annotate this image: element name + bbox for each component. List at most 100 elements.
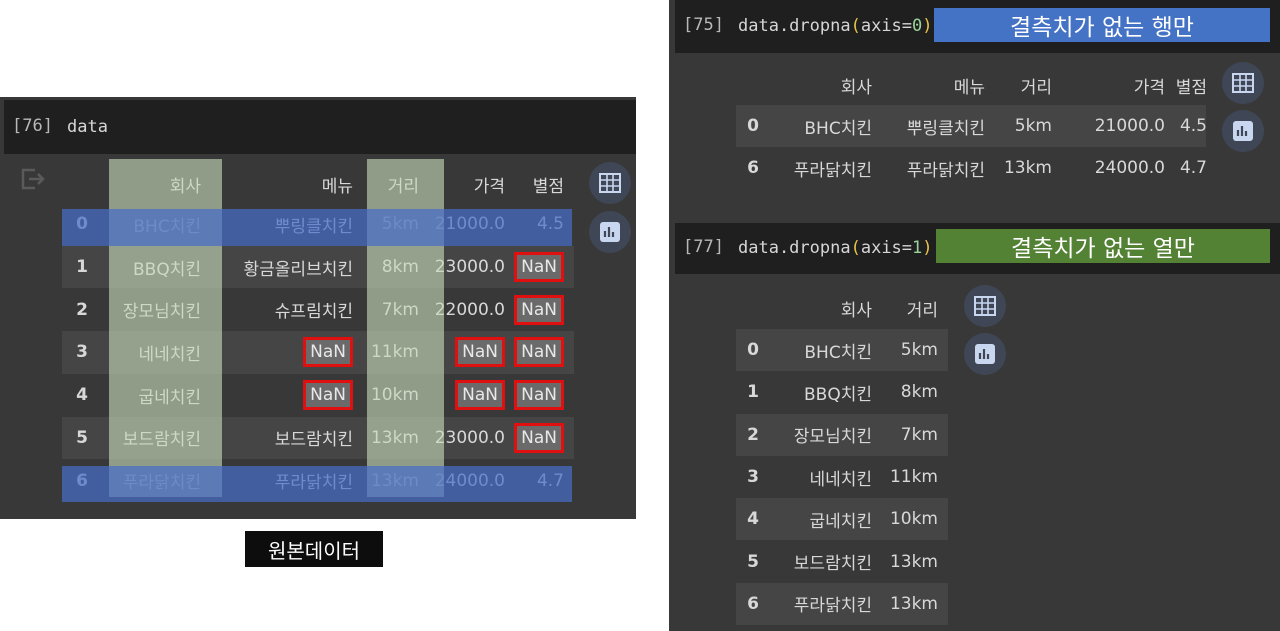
column-header-company: 회사: [840, 77, 872, 98]
table-row[interactable]: 6 푸라닭치킨 13km: [736, 582, 948, 626]
cell-company: 굽네치킨: [809, 511, 872, 532]
cell-rating: NaN: [514, 417, 564, 460]
cell-menu: 5km: [900, 340, 938, 361]
cell-menu: 7km: [900, 424, 938, 445]
cell-rating: NaN: [514, 331, 564, 374]
row-highlight-0: [62, 209, 572, 246]
nan-value: NaN: [514, 294, 564, 325]
cell-execution-count: [77]: [683, 237, 724, 257]
cell-price: 23000.0: [434, 257, 505, 278]
bar-chart-icon[interactable]: [964, 333, 1006, 375]
cell-price: 21000.0: [1094, 116, 1165, 136]
table-row[interactable]: 4 굽네치킨 10km: [736, 498, 948, 541]
column-header-rating: 별점: [1175, 77, 1207, 98]
row-index: 6: [747, 158, 759, 178]
cell-company: BHC치킨: [804, 118, 872, 139]
table-row[interactable]: 0 BHC치킨 뿌링클치킨 5km 21000.0 4.5: [736, 105, 1207, 147]
cell-rating: 4.7: [1179, 158, 1207, 178]
cell-rating: NaN: [514, 288, 564, 331]
original-data-caption: 원본데이터: [245, 531, 383, 567]
drop-rows-label: 결측치가 없는 행만: [934, 8, 1270, 42]
table-icon[interactable]: [964, 285, 1006, 327]
cell-menu: 슈프림치킨: [274, 302, 353, 323]
nan-value: NaN: [455, 380, 505, 411]
cell-rating: NaN: [514, 374, 564, 417]
row-highlight-6: [62, 466, 572, 502]
cell-menu: 보드람치킨: [274, 430, 353, 451]
cell-company: BBQ치킨: [804, 384, 872, 405]
row-index: 4: [747, 509, 759, 530]
cell-menu: NaN: [303, 374, 353, 417]
table-icon[interactable]: [1222, 62, 1264, 104]
column-header-price: 가격: [473, 176, 505, 197]
cell-menu: 뿌링클치킨: [906, 118, 985, 139]
nan-value: NaN: [514, 337, 564, 368]
result-panel: [75] data.dropna(axis=0) 결측치가 없는 행만 회사 메뉴…: [669, 0, 1280, 631]
nan-value: NaN: [303, 337, 353, 368]
row-index: 0: [747, 340, 759, 361]
row-index: 3: [76, 342, 88, 363]
row-index: 6: [747, 593, 759, 614]
table-row[interactable]: 2 장모님치킨 7km: [736, 413, 948, 456]
nan-value: NaN: [514, 252, 564, 283]
table-icon[interactable]: [589, 162, 631, 204]
column-header-rating: 별점: [532, 176, 564, 197]
cell-rating: NaN: [514, 246, 564, 289]
cell-price: 22000.0: [434, 299, 505, 320]
column-header-price: 가격: [1133, 77, 1165, 98]
nan-value: NaN: [455, 337, 505, 368]
nan-value: NaN: [514, 380, 564, 411]
cell-company: 보드람치킨: [793, 554, 872, 575]
row-index: 3: [747, 467, 759, 488]
nan-value: NaN: [303, 380, 353, 411]
column-header-menu: 메뉴: [321, 176, 353, 197]
cell-execution-count: [76]: [12, 116, 53, 136]
nan-value: NaN: [514, 422, 564, 453]
cell-menu: 11km: [889, 467, 938, 488]
row-index: 2: [747, 424, 759, 445]
table-row[interactable]: 0 BHC치킨 5km: [736, 329, 948, 372]
cell-company: 장모님치킨: [793, 427, 872, 448]
column-header-menu: 메뉴: [953, 77, 985, 98]
cell-execution-count: [75]: [683, 15, 724, 35]
cell-rating: 4.5: [1179, 116, 1207, 136]
table-header: 회사 거리: [736, 288, 948, 329]
row-index: 2: [76, 299, 88, 320]
bar-chart-icon[interactable]: [589, 211, 631, 253]
dropna-axis0-dataframe: 회사 메뉴 거리 가격 별점 0 BHC치킨 뿌링클치킨 5km 21000.0 4.5 6 푸라닭치킨…: [736, 65, 1207, 195]
cell-menu: 10km: [889, 509, 938, 530]
cell-distance: 13km: [1003, 158, 1052, 178]
cell-price: NaN: [455, 374, 505, 417]
cell-menu: 13km: [889, 551, 938, 572]
row-index: 4: [76, 385, 88, 406]
bar-chart-icon[interactable]: [1222, 110, 1264, 152]
cell-code[interactable]: data: [67, 117, 108, 137]
row-index: 1: [76, 257, 88, 278]
column-header-distance: 거리: [1020, 77, 1052, 98]
column-header-company: 회사: [840, 301, 872, 321]
cell-price: 24000.0: [1094, 158, 1165, 178]
row-index: 1: [747, 382, 759, 403]
cell-menu: 8km: [900, 382, 938, 403]
table-row[interactable]: 5 보드람치킨 13km: [736, 541, 948, 583]
dropna-axis1-dataframe: 회사 거리 0 BHC치킨 5km 1 BBQ치킨 8km 2 장모님치킨 7km 3 네네치킨 11km…: [736, 288, 948, 628]
cell-company: 푸라닭치킨: [793, 160, 872, 181]
output-collapse-icon[interactable]: [18, 165, 46, 193]
table-row[interactable]: 1 BBQ치킨 8km: [736, 371, 948, 413]
cell-code[interactable]: data.dropna(axis=1): [738, 238, 933, 258]
cell-menu: 황금올리브치킨: [243, 259, 353, 280]
table-header: 회사 메뉴 거리 가격 별점: [736, 65, 1207, 105]
row-index: 0: [747, 116, 759, 136]
cell-distance: 5km: [1014, 116, 1052, 136]
cell-code[interactable]: data.dropna(axis=0): [738, 16, 933, 36]
table-row[interactable]: 6 푸라닭치킨 푸라닭치킨 13km 24000.0 4.7: [736, 147, 1207, 189]
cell-company: BHC치킨: [804, 342, 872, 363]
cell-company: 네네치킨: [809, 469, 872, 490]
cell-price: NaN: [455, 331, 505, 374]
cell-company: 푸라닭치킨: [793, 596, 872, 617]
row-index: 5: [747, 551, 759, 572]
row-index: 5: [76, 427, 88, 448]
cell-menu: NaN: [303, 331, 353, 374]
table-row[interactable]: 3 네네치킨 11km: [736, 456, 948, 498]
original-data-panel: [76] data 회사메뉴거리가격별점0BHC치킨뿌링클치킨5km21000.…: [0, 97, 636, 519]
